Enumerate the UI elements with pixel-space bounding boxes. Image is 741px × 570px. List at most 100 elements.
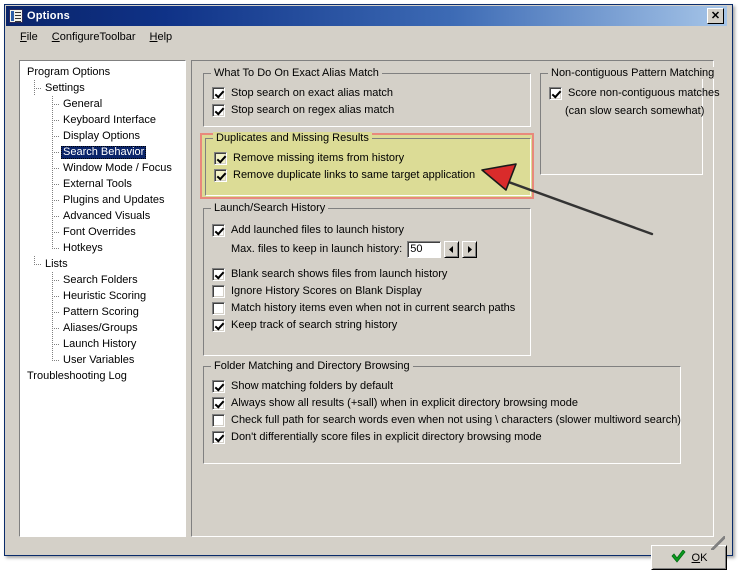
tree-item-label: General — [63, 97, 103, 110]
resize-grip[interactable] — [711, 536, 725, 550]
checkbox-blank-search-shows-files[interactable] — [212, 268, 225, 281]
checkbox-stop-exact-alias[interactable] — [212, 87, 225, 100]
checkbox-row-remove-missing-items[interactable]: Remove missing items from history — [214, 150, 522, 167]
checkbox-row-stop-regex-alias[interactable]: Stop search on regex alias match — [212, 102, 522, 119]
tree-item-label: Pattern Scoring — [63, 305, 139, 318]
group-non-contiguous-matching-body: Score non-contiguous matches (can slow s… — [541, 74, 720, 125]
tree-item-pattern-scoring[interactable]: Pattern Scoring — [20, 304, 185, 320]
checkbox-remove-duplicate-links[interactable] — [214, 169, 227, 182]
tree-item-keyboard-interface[interactable]: Keyboard Interface — [20, 112, 185, 128]
tree-item-advanced-visuals[interactable]: Advanced Visuals — [20, 208, 185, 224]
checkbox-ignore-history-scores[interactable] — [212, 285, 225, 298]
tree-item-label: Display Options — [63, 129, 141, 142]
ok-button-label: OK — [691, 551, 708, 564]
close-icon[interactable]: ✕ — [707, 8, 724, 24]
arrow-right-icon[interactable] — [462, 240, 478, 258]
group-launch-search-history-title: Launch/Search History — [211, 202, 329, 214]
tree-item-window-mode-focus[interactable]: Window Mode / Focus — [20, 160, 185, 176]
tree-item-label: Search Behavior — [61, 145, 147, 159]
checkbox-label-remove-missing-items: Remove missing items from history — [233, 152, 405, 164]
checkbox-row-always-show-all-results[interactable]: Always show all results (+sall) when in … — [212, 395, 672, 412]
tree-item-aliases-groups[interactable]: Aliases/Groups — [20, 320, 185, 336]
group-exact-alias-match-title: What To Do On Exact Alias Match — [211, 67, 382, 79]
options-window: Options ✕ File ConfigureToolbar Help Pro… — [4, 4, 733, 570]
group-folder-matching-title: Folder Matching and Directory Browsing — [211, 360, 413, 372]
tree-item-display-options[interactable]: Display Options — [20, 128, 185, 144]
window-title: Options — [27, 10, 70, 22]
tree-item-label: Keyboard Interface — [63, 113, 156, 126]
group-non-contiguous-matching-title: Non-contiguous Pattern Matching — [548, 67, 718, 79]
checkbox-label-show-matching-folders: Show matching folders by default — [231, 380, 394, 392]
group-exact-alias-match: What To Do On Exact Alias Match Stop sea… — [203, 67, 531, 127]
checkbox-row-dont-differentially-score[interactable]: Don't differentially score files in expl… — [212, 429, 672, 446]
tree-item-label: Settings — [45, 81, 85, 94]
highlight-duplicates-section: Duplicates and Missing Results Remove mi… — [200, 132, 534, 199]
tree-item-label: Lists — [45, 257, 68, 270]
checkbox-row-remove-duplicate-links[interactable]: Remove duplicate links to same target ap… — [214, 167, 522, 184]
green-check-icon — [671, 548, 686, 566]
tree-item-search-folders[interactable]: Search Folders — [20, 272, 185, 288]
tree-item-hotkeys[interactable]: Hotkeys — [20, 240, 185, 256]
tree-item-lists[interactable]: Lists — [20, 256, 185, 272]
group-launch-search-history-body: Add launched files to launch history Max… — [204, 209, 530, 340]
checkbox-row-blank-search-shows-files[interactable]: Blank search shows files from launch his… — [212, 266, 522, 283]
checkbox-show-matching-folders[interactable] — [212, 380, 225, 393]
checkbox-label-check-full-path: Check full path for search words even wh… — [231, 414, 681, 426]
tree-item-plugins-and-updates[interactable]: Plugins and Updates — [20, 192, 185, 208]
tree-item-label: Plugins and Updates — [63, 193, 165, 206]
checkbox-stop-regex-alias[interactable] — [212, 104, 225, 117]
menu-item-configuretoolbar-rest: onfigureToolbar — [59, 30, 136, 43]
tree-item-label: Aliases/Groups — [63, 321, 138, 334]
checkbox-add-launched-files[interactable] — [212, 224, 225, 237]
title-bar[interactable]: Options ✕ — [6, 6, 727, 26]
checkbox-row-keep-track-search-string[interactable]: Keep track of search string history — [212, 317, 522, 334]
arrow-left-icon[interactable] — [444, 240, 460, 258]
tree-item-label: Window Mode / Focus — [63, 161, 172, 174]
checkbox-row-add-launched-files[interactable]: Add launched files to launch history — [212, 222, 522, 239]
tree-item-label: Troubleshooting Log — [27, 369, 127, 382]
checkbox-row-show-matching-folders[interactable]: Show matching folders by default — [212, 378, 672, 395]
tree-item-program-options[interactable]: Program Options — [20, 64, 185, 80]
checkbox-dont-differentially-score[interactable] — [212, 431, 225, 444]
tree-item-label: Launch History — [63, 337, 137, 350]
tree-item-search-behavior[interactable]: Search Behavior — [20, 144, 185, 160]
tree-item-user-variables[interactable]: User Variables — [20, 352, 185, 368]
max-files-spinner-row: Max. files to keep in launch history: 50 — [212, 239, 522, 259]
checkbox-always-show-all-results[interactable] — [212, 397, 225, 410]
checkbox-row-stop-exact-alias[interactable]: Stop search on exact alias match — [212, 85, 522, 102]
checkbox-check-full-path[interactable] — [212, 414, 225, 427]
menu-item-file[interactable]: File — [13, 29, 45, 45]
checkbox-label-add-launched-files: Add launched files to launch history — [231, 224, 405, 236]
group-folder-matching: Folder Matching and Directory Browsing S… — [203, 360, 681, 464]
checkbox-label-dont-differentially-score: Don't differentially score files in expl… — [231, 431, 542, 443]
checkbox-row-ignore-history-scores[interactable]: Ignore History Scores on Blank Display — [212, 283, 522, 300]
checkbox-label-keep-track-search-string: Keep track of search string history — [231, 319, 398, 331]
tree-item-label: Font Overrides — [63, 225, 136, 238]
checkbox-row-score-non-contiguous[interactable]: Score non-contiguous matches — [549, 85, 720, 102]
menu-item-file-rest: ile — [26, 30, 38, 43]
checkbox-label-ignore-history-scores: Ignore History Scores on Blank Display — [231, 285, 422, 297]
checkbox-match-history-items[interactable] — [212, 302, 225, 315]
checkbox-label-stop-regex-alias: Stop search on regex alias match — [231, 104, 395, 116]
checkbox-label-match-history-items: Match history items even when not in cur… — [231, 302, 516, 314]
settings-tree-panel[interactable]: Program Options Settings General Keyboard I… — [19, 60, 186, 537]
max-files-input[interactable]: 50 — [407, 240, 442, 258]
checkbox-keep-track-search-string[interactable] — [212, 319, 225, 332]
tree-item-troubleshooting-log[interactable]: Troubleshooting Log — [20, 368, 185, 384]
settings-tree: Program Options Settings General Keyboard I… — [20, 61, 185, 384]
tree-item-external-tools[interactable]: External Tools — [20, 176, 185, 192]
tree-item-launch-history[interactable]: Launch History — [20, 336, 185, 352]
group-duplicates-missing-results-title: Duplicates and Missing Results — [213, 132, 372, 144]
checkbox-row-match-history-items[interactable]: Match history items even when not in cur… — [212, 300, 522, 317]
menu-item-help[interactable]: Help — [143, 29, 180, 45]
checkbox-remove-missing-items[interactable] — [214, 152, 227, 165]
tree-item-general[interactable]: General — [20, 96, 185, 112]
checkbox-row-check-full-path[interactable]: Check full path for search words even wh… — [212, 412, 681, 429]
tree-item-settings[interactable]: Settings — [20, 80, 185, 96]
tree-item-label: Search Folders — [63, 273, 138, 286]
tree-item-heuristic-scoring[interactable]: Heuristic Scoring — [20, 288, 185, 304]
menu-item-configuretoolbar[interactable]: ConfigureToolbar — [45, 29, 143, 45]
tree-item-font-overrides[interactable]: Font Overrides — [20, 224, 185, 240]
tree-item-label: Hotkeys — [63, 241, 103, 254]
checkbox-score-non-contiguous[interactable] — [549, 87, 562, 100]
